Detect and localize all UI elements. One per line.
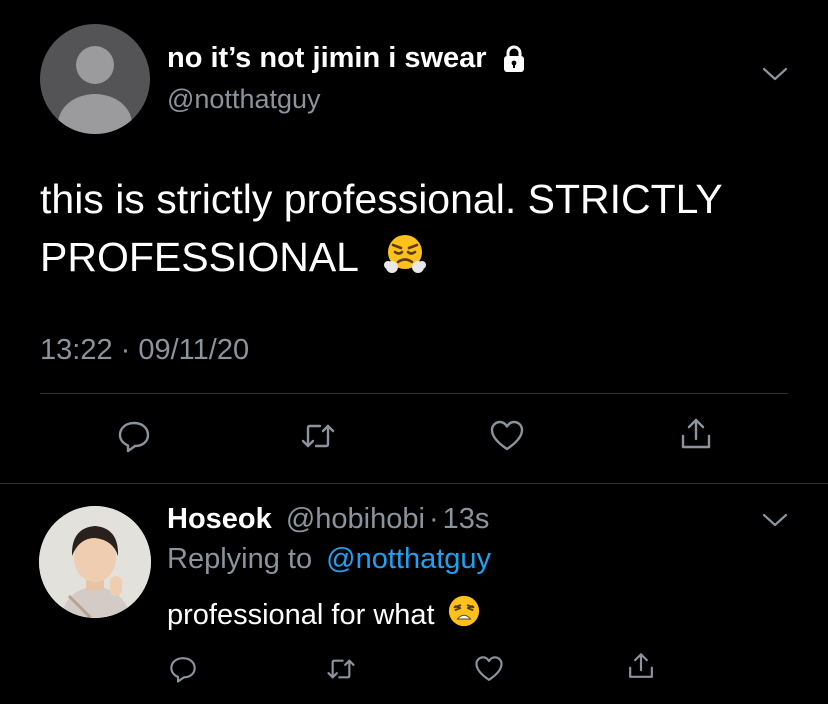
main-author-name-row[interactable]: no it’s not jimin i swear xyxy=(167,42,529,75)
chevron-down-icon[interactable] xyxy=(762,66,788,82)
reply-tweet-text: professional for what xyxy=(167,598,435,631)
replying-to-prefix: Replying to xyxy=(167,543,313,575)
retweet-icon[interactable] xyxy=(326,654,356,684)
reply-time-ago[interactable]: 13s xyxy=(443,503,490,535)
reply-icon[interactable] xyxy=(116,418,152,454)
avatar-photo-illustration xyxy=(39,506,151,618)
lock-icon xyxy=(499,44,529,74)
avatar-photo[interactable] xyxy=(39,506,151,618)
tweet-text-line-1: this is strictly professional. STRICTLY xyxy=(40,176,723,222)
main-handle[interactable]: @notthatguy xyxy=(167,84,321,115)
reply-icon[interactable] xyxy=(168,654,198,684)
tweet-separator xyxy=(0,483,828,484)
replying-to-line: Replying to @notthatguy xyxy=(167,543,491,576)
avatar-default[interactable] xyxy=(40,24,150,134)
replying-to-mention[interactable]: @notthatguy xyxy=(326,543,491,575)
reply-author-row[interactable]: Hoseok @hobihobi · 13s xyxy=(167,503,489,536)
divider xyxy=(40,393,788,394)
weary-face-emoji-icon xyxy=(447,594,481,636)
steam-from-nose-emoji-icon xyxy=(383,231,427,290)
tweet-text-line-2: PROFESSIONAL xyxy=(40,234,358,280)
share-icon[interactable] xyxy=(678,416,714,452)
main-display-name[interactable]: no it’s not jimin i swear xyxy=(167,42,487,75)
main-tweet-text: this is strictly professional. STRICTLY … xyxy=(40,170,800,290)
retweet-icon[interactable] xyxy=(300,418,336,454)
like-icon[interactable] xyxy=(489,418,525,454)
main-timestamp[interactable]: 13:22 · 09/11/20 xyxy=(40,334,249,367)
avatar-head-shape xyxy=(76,46,114,84)
share-icon[interactable] xyxy=(626,651,656,681)
reply-handle[interactable]: @hobihobi xyxy=(286,503,425,535)
like-icon[interactable] xyxy=(474,654,504,684)
reply-text-row: professional for what xyxy=(167,594,481,636)
reply-dot-separator: · xyxy=(428,503,439,535)
avatar-body-shape xyxy=(58,94,132,134)
tweet-text-line-2-row: PROFESSIONAL xyxy=(40,228,800,290)
chevron-down-icon[interactable] xyxy=(762,512,788,528)
reply-display-name[interactable]: Hoseok xyxy=(167,503,272,535)
